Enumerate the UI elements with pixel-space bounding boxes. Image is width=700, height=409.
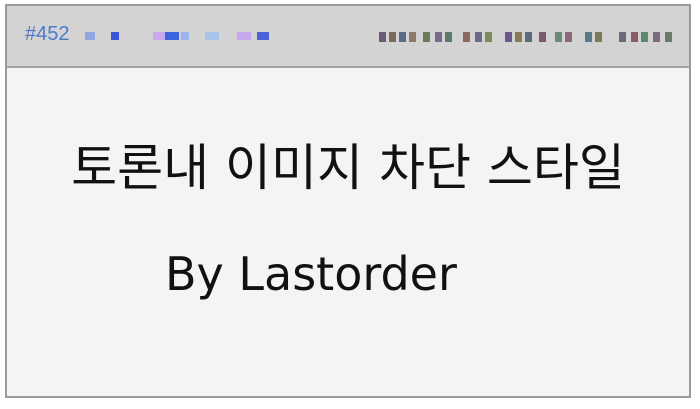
redacted-timestamp: [379, 30, 681, 44]
post-author-line: By Lastorder: [165, 247, 457, 301]
post-header: #452: [7, 6, 689, 68]
post-card: #452 토론내 이미지 차단 스타일 By Lastorder: [5, 4, 691, 398]
redacted-author-name: [85, 32, 275, 42]
post-title: 토론내 이미지 차단 스타일: [71, 139, 625, 197]
post-number-link[interactable]: #452: [25, 23, 70, 46]
